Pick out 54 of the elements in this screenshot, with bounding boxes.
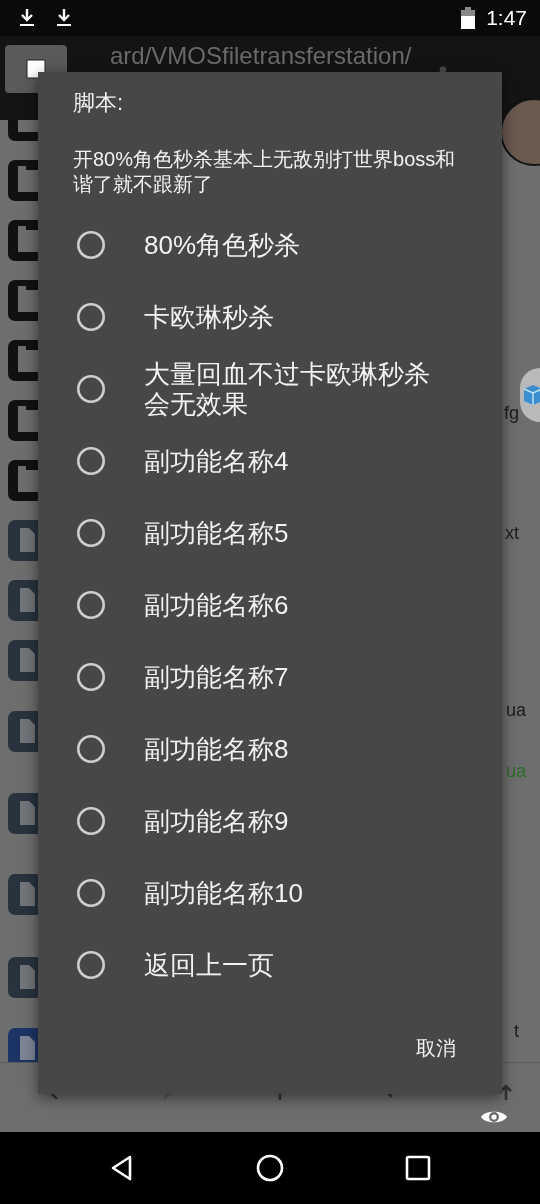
recents-icon[interactable] [404,1154,432,1182]
folder-icon [8,220,38,261]
file-name: ua [505,761,526,782]
radio-button[interactable] [76,374,106,404]
battery-icon [461,7,476,29]
option-label[interactable]: 副功能名称9 [144,806,289,836]
file-icon [8,640,38,681]
dialog-title: 脚本: [73,90,124,116]
cancel-button[interactable]: 取消 [406,1023,466,1074]
folder-icon [8,160,38,201]
radio-button[interactable] [76,302,106,332]
option-label[interactable]: 副功能名称4 [144,446,289,476]
radio-button[interactable] [76,878,106,908]
option-label[interactable]: 副功能名称6 [144,590,289,620]
file-icon [8,874,38,915]
dialog-message: 开80%角色秒杀基本上无敌别打世界boss和谐了就不跟新了 [72,147,457,197]
file-icon [8,957,38,998]
file-icon [8,580,38,621]
file-icon [8,793,38,834]
radio-button[interactable] [76,806,106,836]
download-icon [55,8,73,28]
radio-button[interactable] [76,230,106,260]
folder-icon [8,340,38,381]
folder-icon [8,460,38,501]
stop-icon [26,59,46,79]
radio-button[interactable] [76,734,106,764]
option-label[interactable]: 副功能名称8 [144,734,289,764]
option-label[interactable]: 副功能名称7 [144,662,289,692]
radio-button[interactable] [76,662,106,692]
file-name: fg [504,403,519,424]
radio-button[interactable] [76,518,106,548]
file-name: ua [505,700,526,721]
folder-path: ard/VMOSfiletransferstation/ [110,42,412,70]
cube-icon [522,383,540,407]
radio-button[interactable] [76,446,106,476]
option-label[interactable]: 副功能名称10 [144,878,303,908]
document-icon [8,1028,38,1062]
folder-icon [8,400,38,441]
option-label[interactable]: 80%角色秒杀 [144,230,301,260]
option-label[interactable]: 大量回血不过卡欧琳秒杀会无效果 [144,359,444,419]
home-icon[interactable] [256,1154,284,1182]
download-icon [18,8,36,28]
radio-button[interactable] [76,950,106,980]
file-icon [8,520,38,561]
radio-button[interactable] [76,590,106,620]
clock: 1:47 [486,6,527,30]
folder-icon [8,280,38,321]
option-label[interactable]: 卡欧琳秒杀 [144,302,274,332]
file-icon [8,711,38,752]
option-label[interactable]: 返回上一页 [144,950,274,980]
file-name: xt [505,523,519,544]
file-name: t [514,1021,519,1042]
option-label[interactable]: 副功能名称5 [144,518,289,548]
floating-button[interactable] [520,368,540,422]
